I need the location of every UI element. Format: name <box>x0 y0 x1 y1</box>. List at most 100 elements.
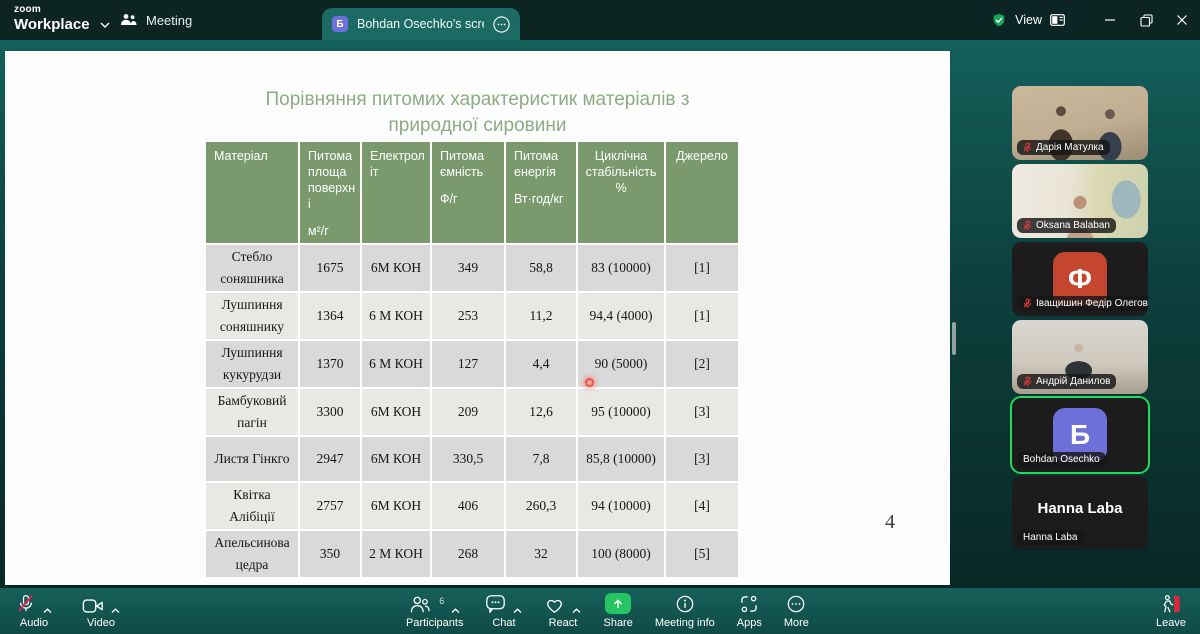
table-cell: 6 М КОН <box>361 340 431 388</box>
table-header-cell: Питома площа поверхнім²/г <box>299 141 361 244</box>
chevron-up-icon[interactable] <box>111 608 120 614</box>
table-row: Лушпиння соняшнику13646 М КОН25311,294,4… <box>205 292 739 340</box>
layout-grid-icon <box>1050 14 1065 26</box>
close-button[interactable] <box>1164 0 1200 40</box>
table-header-cell: Матеріал <box>205 141 299 244</box>
table-cell: [2] <box>665 340 739 388</box>
participant-name-tag: Hanna Laba <box>1017 530 1084 545</box>
participant-name: Bohdan Osechko <box>1023 454 1100 465</box>
participant-tile[interactable]: Ф Іващишин Федір Олегов… <box>1012 242 1148 316</box>
participant-name-tag: Андрій Данилов <box>1017 374 1116 389</box>
minimize-button[interactable] <box>1092 0 1128 40</box>
table-cell: [1] <box>665 244 739 292</box>
table-cell: 260,3 <box>505 482 577 530</box>
people-icon <box>120 13 137 27</box>
table-cell: 11,2 <box>505 292 577 340</box>
meeting-toolbar: Audio Video 6 <box>0 588 1200 634</box>
table-cell: 209 <box>431 388 505 436</box>
participant-tile[interactable]: Андрій Данилов <box>1012 320 1148 394</box>
chevron-up-icon[interactable] <box>572 608 581 614</box>
participant-display-name: Hanna Laba <box>1012 500 1148 517</box>
muted-mic-icon <box>1023 298 1032 309</box>
meeting-info-button[interactable]: Meeting info <box>655 592 715 629</box>
leave-label: Leave <box>1156 617 1186 629</box>
video-button[interactable]: Video <box>82 592 120 629</box>
video-label: Video <box>87 617 115 629</box>
participant-name-tag: Bohdan Osechko <box>1017 452 1106 467</box>
zoom-workplace-menu[interactable]: zoom Workplace <box>14 5 110 32</box>
table-cell: [1] <box>665 292 739 340</box>
table-header-cell: Питома енергіяВт·год/кг <box>505 141 577 244</box>
table-cell: [4] <box>665 482 739 530</box>
table-cell: Лушпиння кукурудзи <box>205 340 299 388</box>
view-button[interactable]: View <box>980 7 1076 34</box>
participants-panel: Дарія Матулка Oksana Balaban Ф Іващишин … <box>1012 86 1148 554</box>
tab-options-icon[interactable] <box>493 16 510 33</box>
participant-tile[interactable]: Oksana Balaban <box>1012 164 1148 238</box>
table-cell: 6М КОН <box>361 482 431 530</box>
chat-button[interactable]: Chat <box>485 592 522 629</box>
table-cell: Листя Гінкго <box>205 436 299 482</box>
chevron-up-icon[interactable] <box>43 608 52 614</box>
slide-title-line2: природної сировини <box>5 113 950 139</box>
table-header-cell: Електроліт <box>361 141 431 244</box>
table-cell: 6 М КОН <box>361 292 431 340</box>
chevron-up-icon[interactable] <box>513 608 522 614</box>
participant-tile[interactable]: Hanna Laba Hanna Laba <box>1012 476 1148 550</box>
tab-shared-screen-label: Bohdan Osechko's screen <box>357 17 484 31</box>
table-header-row: Матеріал Питома площа поверхнім²/г Елект… <box>205 141 739 244</box>
info-icon <box>675 594 695 614</box>
participant-name: Дарія Матулка <box>1036 142 1104 153</box>
tab-meeting[interactable]: Meeting <box>110 0 202 40</box>
slide-title: Порівняння питомих характеристик матеріа… <box>5 87 950 139</box>
panel-scrollbar[interactable] <box>952 322 956 355</box>
meeting-info-label: Meeting info <box>655 617 715 629</box>
participant-tile-active-speaker[interactable]: Б Bohdan Osechko <box>1012 398 1148 472</box>
participants-button[interactable]: 6 Participants <box>406 592 463 629</box>
react-button[interactable]: React <box>544 592 581 629</box>
table-cell: 2757 <box>299 482 361 530</box>
chevron-up-icon[interactable] <box>451 608 460 614</box>
more-button[interactable]: More <box>784 592 809 629</box>
apps-button[interactable]: Apps <box>737 592 762 629</box>
audio-button[interactable]: Audio <box>16 592 52 629</box>
participant-name-tag: Дарія Матулка <box>1017 140 1110 155</box>
table-cell: 4,4 <box>505 340 577 388</box>
tab-shared-screen[interactable]: Б Bohdan Osechko's screen <box>322 8 520 40</box>
participant-name-tag: Oksana Balaban <box>1017 218 1116 233</box>
participant-tile[interactable]: Дарія Матулка <box>1012 86 1148 160</box>
share-button[interactable]: Share <box>603 592 632 629</box>
materials-table: Матеріал Питома площа поверхнім²/г Елект… <box>204 140 740 579</box>
share-label: Share <box>603 617 632 629</box>
participant-name: Андрій Данилов <box>1036 376 1110 387</box>
table-cell: 1370 <box>299 340 361 388</box>
table-cell: 58,8 <box>505 244 577 292</box>
table-cell: 349 <box>431 244 505 292</box>
table-cell: Лушпиння соняшнику <box>205 292 299 340</box>
security-shield-icon <box>991 12 1007 29</box>
table-cell: 1364 <box>299 292 361 340</box>
camera-icon <box>82 598 104 614</box>
table-cell: [5] <box>665 530 739 578</box>
heart-icon <box>544 595 565 614</box>
table-header-cell: Циклічна стабільність % <box>577 141 665 244</box>
table-cell: 6М КОН <box>361 436 431 482</box>
table-row: Листя Гінкго29476М КОН330,57,885,8 (1000… <box>205 436 739 482</box>
leave-door-icon <box>1160 594 1182 614</box>
table-cell: 350 <box>299 530 361 578</box>
view-label: View <box>1015 13 1042 27</box>
muted-mic-icon <box>1023 376 1032 387</box>
chevron-down-icon <box>100 22 110 28</box>
participant-name-tag: Іващишин Федір Олегов… <box>1017 296 1148 311</box>
table-cell: Апельсинова цедра <box>205 530 299 578</box>
table-cell: 127 <box>431 340 505 388</box>
participants-count: 6 <box>439 596 444 606</box>
slide-title-line1: Порівняння питомих характеристик матеріа… <box>5 87 950 113</box>
react-label: React <box>549 617 578 629</box>
table-cell: 12,6 <box>505 388 577 436</box>
meeting-content-area: Порівняння питомих характеристик матеріа… <box>0 40 1200 588</box>
restore-button[interactable] <box>1128 0 1164 40</box>
table-cell: 6М КОН <box>361 388 431 436</box>
leave-button[interactable]: Leave <box>1156 592 1186 629</box>
table-cell: 2 М КОН <box>361 530 431 578</box>
